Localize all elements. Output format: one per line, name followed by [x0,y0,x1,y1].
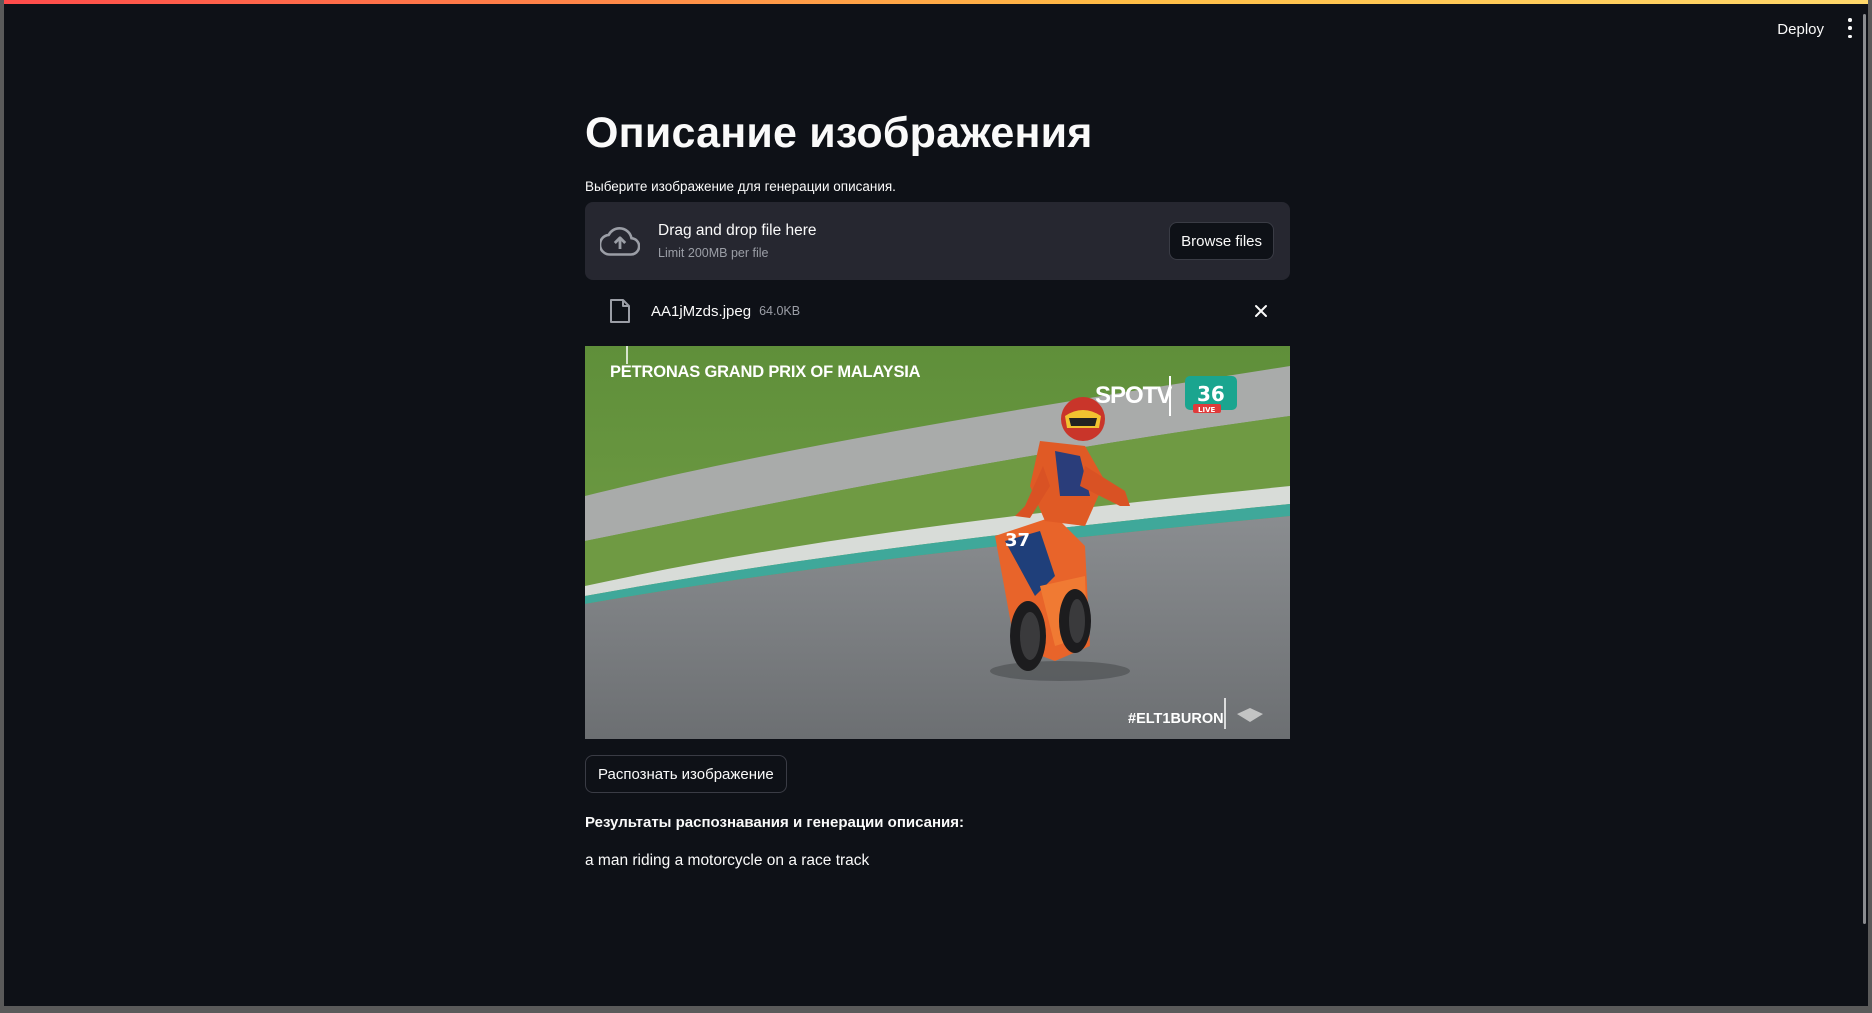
uploaded-file-name: AA1jMzds.jpeg [651,302,752,320]
image-overlay-channel: SPOTV [1095,382,1172,410]
svg-text:LIVE: LIVE [1198,406,1215,414]
results-caption: a man riding a motorcycle on a race trac… [585,852,870,870]
kebab-menu-icon[interactable] [1842,18,1858,38]
race-scene-image: 37 36 LIVE [585,346,1290,740]
page-title: Описание изображения [585,109,1093,157]
top-decoration-bar [4,0,1868,4]
dropzone-instructions: Drag and drop file here [658,222,817,240]
recognize-image-button[interactable]: Распознать изображение [585,755,787,794]
file-icon [610,299,630,324]
svg-text:37: 37 [1005,530,1030,551]
browse-files-button[interactable]: Browse files [1169,222,1274,261]
uploaded-file-size: 64.0KB [759,304,801,319]
file-dropzone[interactable]: Drag and drop file here Limit 200MB per … [585,202,1290,281]
cloud-upload-icon [600,227,640,257]
deploy-button[interactable]: Deploy [1769,17,1832,42]
uploader-label: Выберите изображение для генерации описа… [585,179,896,195]
uploaded-image: 37 36 LIVE PETRONAS GRAND PRIX OF MALAYS… [585,346,1290,740]
dropzone-text: Drag and drop file here Limit 200MB per … [658,222,817,260]
main-content: Описание изображения Выберите изображени… [585,109,1290,870]
results-heading: Результаты распознавания и генерации опи… [585,814,964,832]
dropzone-limit: Limit 200MB per file [658,246,769,261]
image-overlay-title: PETRONAS GRAND PRIX OF MALAYSIA [610,363,921,382]
uploaded-file-row: AA1jMzds.jpeg 64.0KB [585,280,1290,342]
image-overlay-hashtag: #ELT1BURON [1128,711,1224,728]
close-icon[interactable] [1254,304,1268,318]
scrollbar[interactable] [1863,14,1866,924]
app-window: Deploy Описание изображения Выберите изо… [4,0,1868,1006]
channel-badge-number: 36 [1197,382,1225,406]
